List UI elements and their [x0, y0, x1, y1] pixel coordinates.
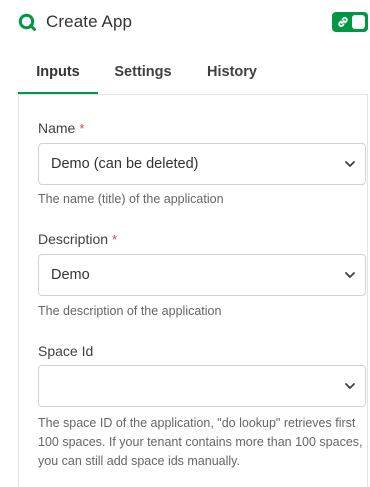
space-id-select[interactable]	[38, 365, 366, 407]
space-id-label-text: Space Id	[38, 343, 94, 359]
name-label: Name *	[38, 119, 84, 138]
description-select[interactable]: Demo	[38, 254, 366, 296]
panel-header: Create App	[0, 0, 370, 44]
name-helper-text: The name (title) of the application	[38, 192, 224, 206]
name-label-text: Name	[38, 120, 76, 136]
tab-settings[interactable]: Settings	[102, 52, 184, 94]
chevron-down-icon	[345, 161, 355, 167]
space-id-label: Space Id	[38, 342, 93, 360]
name-select[interactable]: Demo (can be deleted)	[38, 143, 366, 185]
required-marker: *	[79, 121, 85, 136]
description-label-text: Description	[38, 231, 109, 247]
tab-bar: Inputs Settings History	[18, 52, 368, 95]
name-value: Demo (can be deleted)	[51, 156, 199, 172]
description-label: Description *	[38, 230, 117, 249]
tab-history[interactable]: History	[192, 52, 272, 94]
description-helper-text: The description of the application	[38, 304, 222, 318]
link-icon	[338, 17, 348, 27]
tab-inputs[interactable]: Inputs	[18, 52, 98, 94]
space-id-helper-text: The space ID of the application, "do loo…	[38, 416, 363, 468]
qlik-logo-icon	[18, 13, 36, 31]
chevron-down-icon	[345, 272, 355, 278]
link-toggle[interactable]	[332, 12, 368, 32]
toggle-knob	[352, 15, 365, 29]
create-app-panel: Create App Inputs Settings History Name *…	[0, 0, 370, 487]
description-value: Demo	[51, 267, 90, 283]
app-title: Create App	[46, 12, 133, 31]
inputs-form: Name * Demo (can be deleted) The name (ti…	[18, 95, 368, 487]
required-marker: *	[112, 232, 118, 247]
chevron-down-icon	[345, 383, 355, 389]
